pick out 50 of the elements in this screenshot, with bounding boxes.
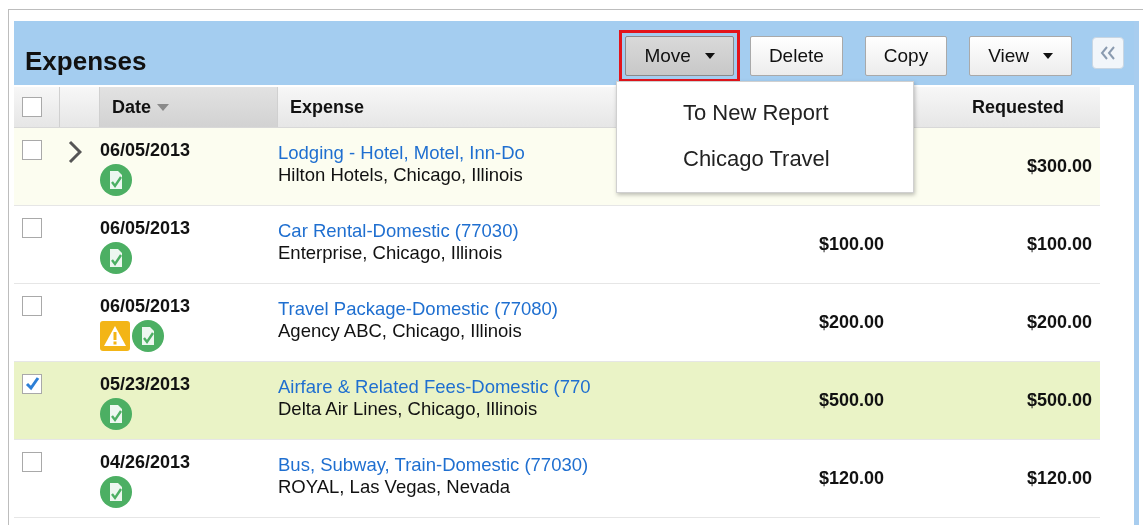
checkbox[interactable] bbox=[22, 452, 42, 472]
requested-amount-text: $200.00 bbox=[1026, 312, 1092, 333]
amount-text: $120.00 bbox=[818, 468, 884, 489]
collapse-button[interactable] bbox=[1092, 37, 1124, 69]
date-text: 06/05/2013 bbox=[100, 296, 191, 316]
column-header[interactable]: Date bbox=[100, 87, 278, 127]
toolbar-button[interactable]: Move bbox=[625, 36, 734, 76]
checkbox[interactable] bbox=[22, 218, 42, 238]
receipt-check-icon bbox=[100, 242, 132, 274]
requested-amount-text: $300.00 bbox=[1026, 156, 1092, 177]
receipt-check-icon bbox=[100, 476, 132, 508]
receipt-check-icon bbox=[100, 164, 132, 196]
caret-icon bbox=[704, 53, 715, 59]
amount-text: $500.00 bbox=[818, 390, 884, 411]
toolbar-button[interactable]: Delete bbox=[749, 36, 843, 76]
expense-type-link[interactable]: Travel Package-Domestic (77080) bbox=[278, 298, 558, 320]
merchant-text: Agency ABC, Chicago, Illinois bbox=[278, 320, 522, 342]
amount-text: $200.00 bbox=[818, 312, 884, 333]
date-text: 05/23/2013 bbox=[100, 374, 191, 394]
merchant-text: ROYAL, Las Vegas, Nevada bbox=[278, 476, 511, 498]
caret-icon bbox=[1043, 53, 1053, 59]
amount-text: $100.00 bbox=[818, 234, 884, 255]
expense-type-link[interactable]: Car Rental-Domestic (77030) bbox=[278, 220, 519, 242]
panel-title: Expenses bbox=[25, 46, 147, 77]
date-text: 04/26/2013 bbox=[100, 452, 191, 472]
expense-type-link[interactable]: Bus, Subway, Train-Domestic (77030) bbox=[278, 454, 589, 476]
checkbox[interactable] bbox=[22, 374, 42, 394]
menu-item[interactable]: Chicago Travel bbox=[617, 136, 913, 182]
merchant-text: Hilton Hotels, Chicago, Illinois bbox=[278, 164, 523, 186]
toolbar-button[interactable]: Copy bbox=[864, 36, 948, 76]
table-row[interactable]: 05/23/2013 Airfare & Related Fees-Domestic (770 Delta Air Lines, Chicago, Illinois $500.00 $500.00 bbox=[14, 362, 1100, 440]
expense-type-link[interactable]: Lodging - Hotel, Motel, Inn-Do bbox=[278, 142, 525, 164]
expense-type-link[interactable]: Airfare & Related Fees-Domestic (770 bbox=[278, 376, 591, 398]
requested-amount-text: $100.00 bbox=[1026, 234, 1092, 255]
warning-icon bbox=[100, 321, 130, 351]
toolbar-button[interactable]: View bbox=[969, 36, 1072, 76]
merchant-text: Enterprise, Chicago, Illinois bbox=[278, 242, 503, 264]
double-chevron-left-icon bbox=[1100, 46, 1116, 60]
merchant-text: Delta Air Lines, Chicago, Illinois bbox=[278, 398, 538, 420]
requested-amount-text: $120.00 bbox=[1026, 468, 1092, 489]
sort-arrow-icon bbox=[157, 103, 169, 111]
date-text: 06/05/2013 bbox=[100, 218, 191, 238]
requested-amount-text: $500.00 bbox=[1026, 390, 1092, 411]
expand-chevron-icon[interactable] bbox=[68, 140, 82, 164]
checkbox[interactable] bbox=[22, 97, 42, 117]
receipt-check-icon bbox=[100, 398, 132, 430]
receipt-check-icon bbox=[132, 320, 164, 352]
checkbox[interactable] bbox=[22, 140, 42, 160]
checkbox[interactable] bbox=[22, 296, 42, 316]
date-text: 06/05/2013 bbox=[100, 140, 191, 160]
